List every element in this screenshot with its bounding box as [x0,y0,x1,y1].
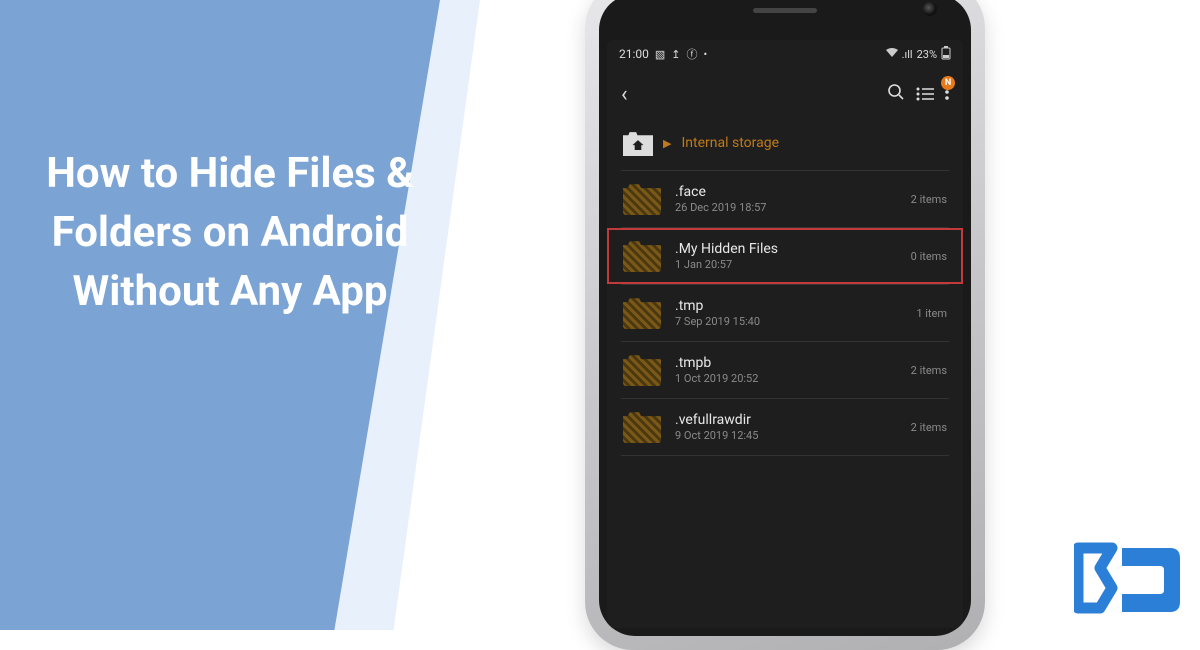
brand-logo [1074,540,1184,622]
gallery-icon: ▧ [655,48,665,61]
notification-icon: ↥ [671,48,680,61]
folder-icon [623,240,661,272]
phone-brand-label: SAMSUNG [585,0,985,2]
item-date: 1 Oct 2019 20:52 [675,372,897,385]
phone-speaker [753,8,817,13]
phone-bezel: 21:00 ▧ ↥ ⓕ • .ıll 23% [599,0,971,636]
item-date: 1 Jan 20:57 [675,258,897,271]
item-count: 2 items [911,421,947,434]
item-count: 2 items [911,193,947,206]
item-count: 0 items [911,250,947,263]
folder-icon [623,411,661,443]
search-icon[interactable] [887,83,905,106]
wifi-icon [886,48,898,61]
item-date: 26 Dec 2019 18:57 [675,201,897,214]
signal-icon: .ıll [902,48,913,61]
item-name: .tmpb [675,355,897,371]
item-name: .My Hidden Files [675,241,897,257]
app-bar: ‹ N [607,68,963,120]
file-list: .face 26 Dec 2019 18:57 2 items .My Hidd… [607,171,963,628]
notification-badge: N [941,76,955,90]
more-options-icon[interactable]: N [945,84,949,104]
breadcrumb-label: Internal storage [681,135,779,151]
item-name: .tmp [675,298,902,314]
phone-frame: SAMSUNG 21:00 ▧ ↥ ⓕ • .ıll 23% [585,0,985,650]
breadcrumb[interactable]: ▶ Internal storage [607,120,963,170]
phone-screen: 21:00 ▧ ↥ ⓕ • .ıll 23% [607,40,963,628]
status-time: 21:00 [619,47,649,61]
list-item[interactable]: .tmpb 1 Oct 2019 20:52 2 items [607,342,963,398]
item-date: 9 Oct 2019 12:45 [675,429,897,442]
folder-icon [623,354,661,386]
list-item[interactable]: .vefullrawdir 9 Oct 2019 12:45 2 items [607,399,963,455]
item-count: 1 item [916,307,947,320]
chevron-right-icon: ▶ [663,137,671,150]
item-name: .face [675,184,897,200]
facebook-icon: ⓕ [687,46,698,62]
battery-text: 23% [917,48,937,61]
page-title: How to Hide Files & Folders on Android W… [40,145,420,321]
folder-icon [623,297,661,329]
phone-camera [923,2,937,16]
back-icon[interactable]: ‹ [621,82,628,107]
list-item[interactable]: .face 26 Dec 2019 18:57 2 items [607,171,963,227]
folder-icon [623,183,661,215]
item-date: 7 Sep 2019 15:40 [675,315,902,328]
home-folder-icon [623,130,653,156]
dot-icon: • [704,48,708,61]
view-list-icon[interactable] [915,86,935,102]
item-name: .vefullrawdir [675,412,897,428]
item-count: 2 items [911,364,947,377]
status-bar: 21:00 ▧ ↥ ⓕ • .ıll 23% [607,40,963,68]
battery-icon [941,46,951,63]
divider [621,455,949,456]
list-item[interactable]: .My Hidden Files 1 Jan 20:57 0 items [607,228,963,284]
list-item[interactable]: .tmp 7 Sep 2019 15:40 1 item [607,285,963,341]
